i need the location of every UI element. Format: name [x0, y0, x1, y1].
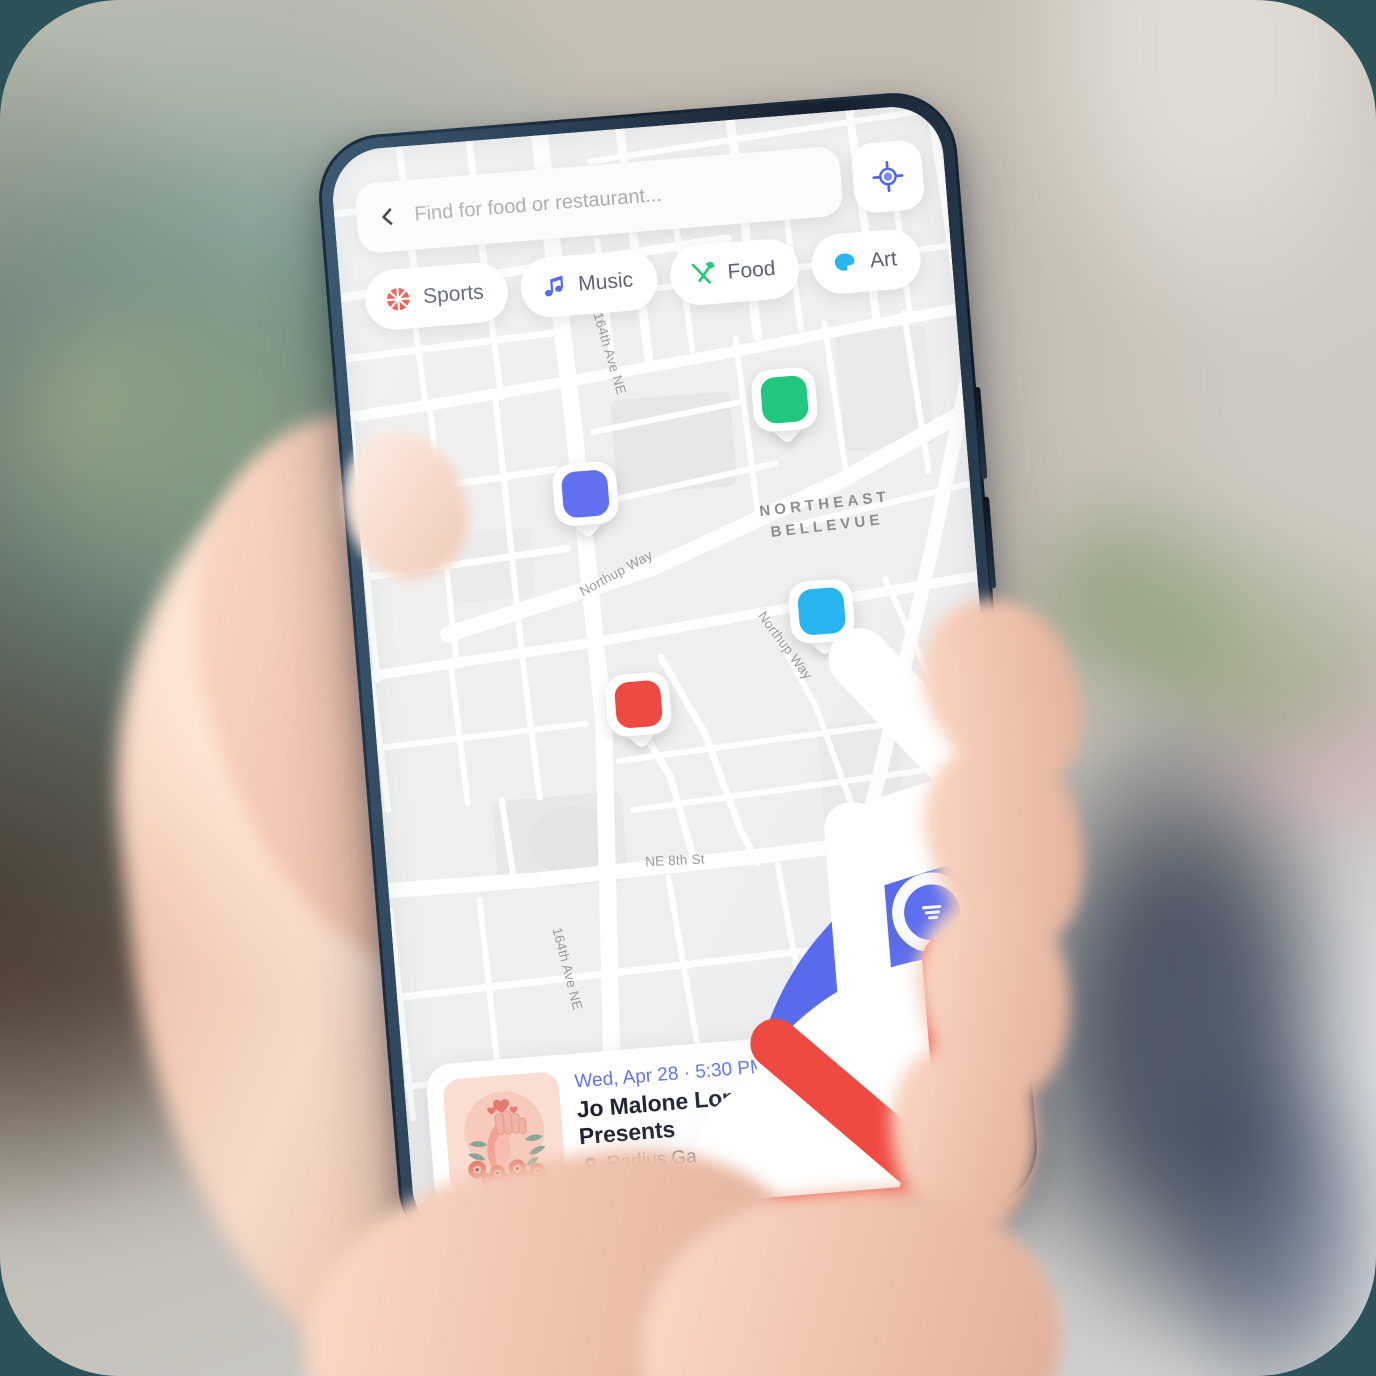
- palette-icon: [796, 586, 1027, 1241]
- pin-bubble: [551, 460, 1027, 1237]
- back-button[interactable]: [371, 201, 403, 233]
- chevron-left-icon: [382, 208, 393, 225]
- basketball-icon: [382, 283, 414, 315]
- music-note-icon: [560, 469, 1027, 1237]
- music-note-icon: [537, 271, 569, 303]
- map-pin-music[interactable]: [551, 460, 1027, 1237]
- search-input[interactable]: [413, 170, 827, 227]
- category-chip-label: Sports: [422, 280, 485, 309]
- crosshair-locate-icon: [872, 161, 904, 193]
- basketball-icon: [613, 679, 1027, 1241]
- category-chip-label: Art: [869, 247, 898, 273]
- category-chip-label: Music: [577, 268, 634, 296]
- fork-knife-icon: [687, 259, 719, 291]
- category-chip-art[interactable]: Art: [809, 227, 924, 296]
- search-bar[interactable]: [353, 145, 844, 255]
- category-chip-sports[interactable]: Sports: [362, 260, 510, 332]
- map-pin-sports[interactable]: [604, 670, 1027, 1241]
- locate-me-button[interactable]: [850, 138, 926, 215]
- pin-bubble: [604, 670, 1027, 1241]
- fork-knife-icon: [759, 374, 1027, 1125]
- category-chip-food[interactable]: Food: [667, 237, 802, 308]
- palette-icon: [829, 247, 861, 279]
- category-chip-music[interactable]: Music: [518, 248, 660, 320]
- category-chip-label: Food: [726, 256, 777, 284]
- screenshot-root: 164th Ave NE 164th Ave NE Northup Way No…: [0, 0, 1376, 1376]
